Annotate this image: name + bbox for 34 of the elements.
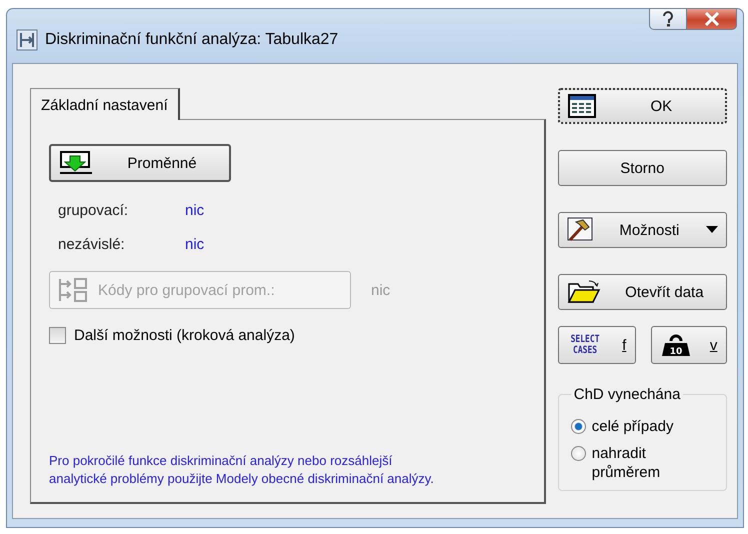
field-value: nic <box>185 236 204 253</box>
select-cases-icon: SELECT CASES <box>570 334 600 356</box>
radio-button[interactable] <box>570 419 586 434</box>
app-icon <box>15 28 39 52</box>
table-icon <box>568 94 596 118</box>
button[interactable]: SELECT CASES f <box>558 326 636 364</box>
group-title: ChD vynechána <box>572 386 682 403</box>
field-value: nic <box>185 202 204 219</box>
caret-icon <box>706 226 718 234</box>
button[interactable]: 10 v <box>651 326 727 364</box>
field-value: nic <box>371 282 390 298</box>
field-label: nezávislé: <box>58 236 126 253</box>
down-arrow-icon <box>59 151 93 175</box>
close-icon <box>704 12 720 26</box>
menu-button[interactable]: Možnosti <box>558 212 727 248</box>
checkbox-label: Další možnosti (kroková analýza) <box>74 327 295 344</box>
close-button[interactable] <box>687 8 737 30</box>
hammer-icon <box>566 217 595 243</box>
variables-button[interactable]: Proměnné <box>49 144 231 182</box>
field-label: grupovací: <box>58 202 130 219</box>
folder-icon <box>566 279 601 305</box>
info-note: Pro pokročilé funkce diskriminační analýzy nebo rozsáhlejší analytické problémy použijte Modely obecné diskriminační analýzy. <box>49 452 435 488</box>
button[interactable]: Otevřít data <box>558 274 727 310</box>
help-icon <box>661 11 675 27</box>
button[interactable]: OK <box>558 88 727 124</box>
radio-label: celé případy <box>592 417 674 436</box>
tab[interactable]: Základní nastavení <box>30 88 180 120</box>
help-button[interactable] <box>649 8 687 30</box>
code-arrows-icon <box>58 277 88 303</box>
radio-label: nahradit průměrem <box>592 444 662 482</box>
window-title: Diskriminační funkční analýza: Tabulka27 <box>45 31 338 49</box>
button[interactable]: Storno <box>558 150 727 186</box>
radio-button[interactable] <box>570 446 586 461</box>
checkbox[interactable] <box>49 327 66 344</box>
